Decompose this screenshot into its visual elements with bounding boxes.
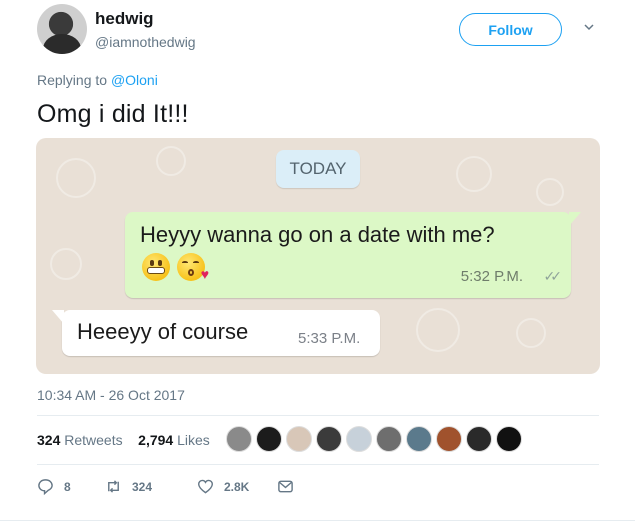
avatar[interactable] [37, 4, 87, 54]
tweet-stats: 324 Retweets 2,794 Likes [37, 432, 210, 448]
follow-button[interactable]: Follow [459, 13, 562, 46]
kiss-emoji-icon: ♥ [177, 253, 209, 281]
liker-avatar[interactable] [496, 426, 522, 452]
liker-avatar[interactable] [316, 426, 342, 452]
message-icon [278, 480, 293, 493]
outgoing-message-bubble: Heyyy wanna go on a date with me? ♥ 5:32… [125, 212, 581, 298]
outgoing-message-time: 5:32 P.M. [460, 268, 523, 285]
tweet-timestamp[interactable]: 10:34 AM - 26 Oct 2017 [37, 387, 185, 403]
retweets-stat[interactable]: 324 Retweets [37, 432, 123, 448]
like-count: 2.8K [224, 479, 250, 494]
tweet-header: hedwig @iamnothedwig Follow [37, 2, 607, 58]
incoming-message-bubble: Heeeyy of course 5:33 P.M. [52, 310, 380, 356]
retweet-icon [108, 480, 119, 493]
replying-prefix: Replying to [37, 72, 111, 88]
retweet-count: 324 [132, 479, 153, 494]
direct-message-button[interactable] [277, 478, 294, 495]
divider [37, 464, 599, 465]
outgoing-message-text: Heyyy wanna go on a date with me? [140, 222, 495, 247]
retweet-button[interactable]: 324 [105, 478, 152, 495]
like-button[interactable]: 2.8K [197, 478, 249, 495]
liker-avatar[interactable] [376, 426, 402, 452]
chevron-down-icon[interactable] [584, 22, 594, 32]
liker-avatar[interactable] [436, 426, 462, 452]
likes-stat[interactable]: 2,794 Likes [138, 432, 210, 448]
grimace-emoji-icon [142, 253, 170, 281]
reply-button[interactable]: 8 [37, 478, 71, 495]
liker-avatars [226, 426, 522, 454]
liker-avatar[interactable] [466, 426, 492, 452]
incoming-message-time: 5:33 P.M. [298, 330, 361, 347]
liker-avatar[interactable] [286, 426, 312, 452]
liker-avatar[interactable] [226, 426, 252, 452]
reply-icon [38, 479, 53, 495]
replying-to: Replying to @Oloni [37, 72, 158, 88]
reply-count: 8 [64, 479, 71, 494]
liker-avatar[interactable] [346, 426, 372, 452]
reply-mention-link[interactable]: @Oloni [111, 72, 158, 88]
tweet-text: Omg i did It!!! [37, 100, 189, 128]
date-chip: TODAY [276, 150, 360, 188]
author-handle[interactable]: @iamnothedwig [95, 34, 196, 50]
divider [37, 415, 599, 416]
liker-avatar[interactable] [256, 426, 282, 452]
double-check-icon: ✓✓ [543, 268, 563, 284]
heart-icon [197, 479, 214, 494]
liker-avatar[interactable] [406, 426, 432, 452]
divider [0, 520, 635, 521]
chat-screenshot: TODAY Heyyy wanna go on a date with me? … [36, 138, 600, 374]
incoming-message-text: Heeeyy of course [77, 319, 249, 344]
author-name[interactable]: hedwig [95, 9, 154, 29]
